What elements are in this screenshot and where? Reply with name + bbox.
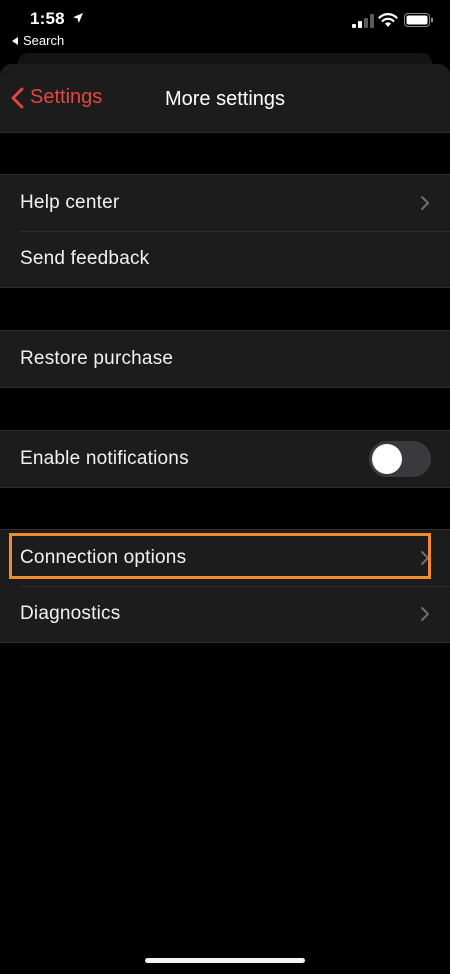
location-arrow-icon — [73, 13, 83, 23]
restore-purchase-label: Restore purchase — [20, 348, 174, 369]
purchase-group: Restore purchase — [0, 330, 450, 388]
chevron-right-icon — [421, 607, 429, 621]
status-time: 1:58 — [30, 9, 65, 28]
back-triangle-icon — [12, 36, 18, 45]
page-title: More settings — [164, 88, 286, 110]
notifications-toggle[interactable] — [369, 441, 431, 477]
connection-options-label: Connection options — [20, 547, 187, 568]
chevron-right-icon — [421, 551, 429, 565]
connection-group: Connection options Diagnostics — [0, 529, 450, 643]
chevron-right-icon — [421, 196, 429, 210]
home-indicator — [145, 958, 305, 963]
help-center-row[interactable]: Help center — [0, 175, 450, 231]
enable-notifications-row: Enable notifications — [0, 431, 450, 487]
cellular-signal-icon — [352, 14, 374, 28]
wifi-icon — [378, 13, 398, 27]
diagnostics-label: Diagnostics — [20, 603, 121, 624]
help-group: Help center Send feedback — [0, 174, 450, 288]
back-app-label: Search — [23, 33, 65, 48]
battery-icon — [404, 13, 433, 27]
status-bar: 1:58 Search — [0, 0, 450, 52]
toggle-knob — [372, 444, 402, 474]
enable-notifications-label: Enable notifications — [20, 448, 189, 469]
connection-options-row[interactable]: Connection options — [0, 530, 450, 586]
diagnostics-row[interactable]: Diagnostics — [0, 586, 450, 642]
navigation-bar: Settings More settings — [0, 64, 450, 133]
send-feedback-label: Send feedback — [20, 248, 150, 269]
send-feedback-row[interactable]: Send feedback — [0, 231, 450, 287]
restore-purchase-row[interactable]: Restore purchase — [0, 331, 450, 387]
notifications-group: Enable notifications — [0, 430, 450, 488]
back-to-app-link[interactable]: Search — [12, 33, 64, 48]
help-center-label: Help center — [20, 192, 120, 213]
